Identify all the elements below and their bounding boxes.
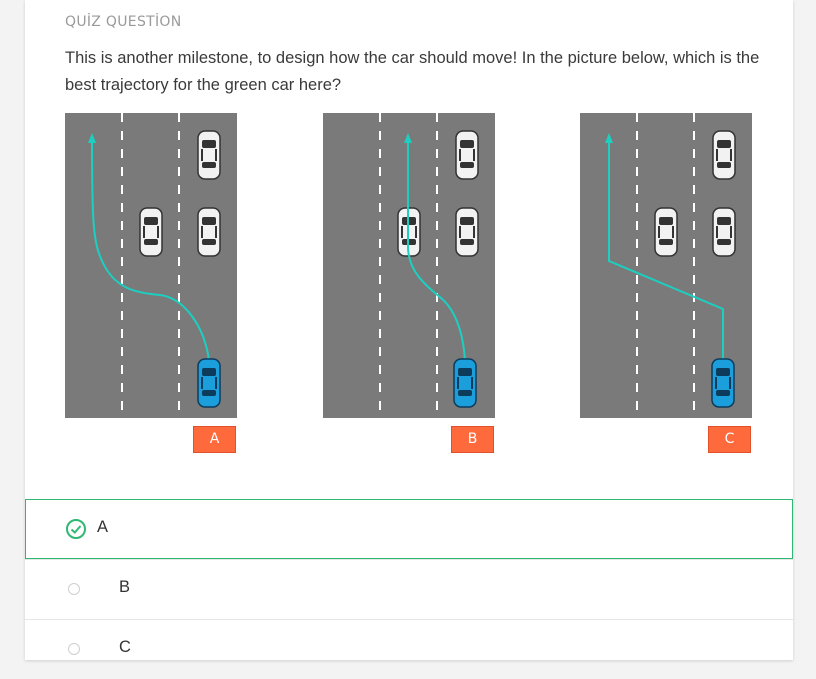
ego-car: [453, 358, 477, 408]
ego-car: [711, 358, 735, 408]
question-text: This is another milestone, to design how…: [65, 49, 760, 94]
option-label: C: [119, 638, 131, 656]
radio-empty-icon[interactable]: [68, 583, 80, 595]
road-diagram-c: [580, 113, 752, 418]
figure-tag-b: B: [451, 426, 494, 453]
other-car: [139, 207, 163, 257]
answer-option-a[interactable]: A: [25, 499, 793, 559]
other-car: [455, 207, 479, 257]
other-car: [197, 130, 221, 180]
figure-c: [580, 113, 752, 418]
option-label: B: [119, 578, 131, 596]
figure-a: [65, 113, 237, 418]
quiz-header: QUİZ QUESTİON: [65, 14, 182, 30]
option-label: A: [97, 518, 109, 536]
other-car: [654, 207, 678, 257]
other-car: [455, 130, 479, 180]
figure-b: [323, 113, 495, 418]
other-car: [712, 207, 736, 257]
ego-car: [197, 358, 221, 408]
road-diagram-a: [65, 113, 237, 418]
other-car: [197, 207, 221, 257]
figure-tag-c: C: [708, 426, 751, 453]
answer-option-b[interactable]: B: [25, 559, 793, 619]
check-circle-icon: [66, 519, 86, 539]
other-car: [712, 130, 736, 180]
answer-option-c[interactable]: C: [25, 619, 793, 679]
quiz-card: QUİZ QUESTİON This is another milestone,…: [25, 0, 793, 660]
figure-tag-a: A: [193, 426, 236, 453]
road-diagram-b: [323, 113, 495, 418]
radio-empty-icon[interactable]: [68, 643, 80, 655]
